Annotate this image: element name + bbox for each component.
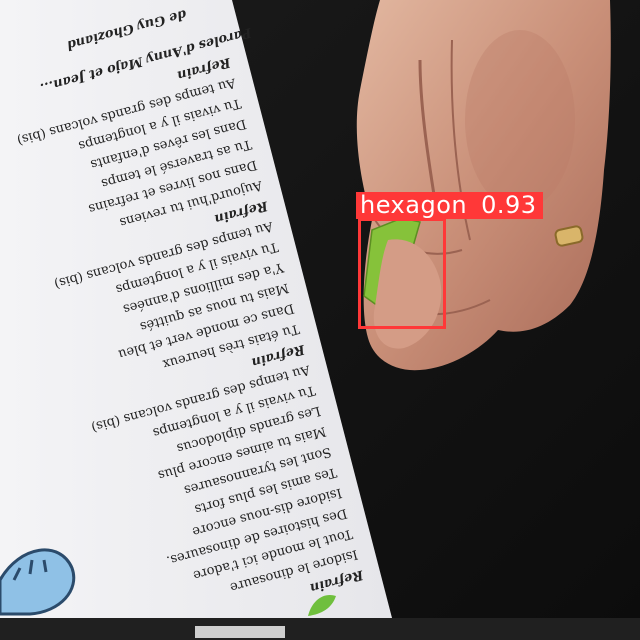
detection-label: hexagon 0.93 (356, 192, 543, 219)
small-label-sticker (195, 626, 285, 638)
bottom-edge (0, 618, 640, 640)
detection-bounding-box (358, 218, 446, 329)
detection-class: hexagon (360, 191, 468, 219)
detection-score: 0.93 (481, 191, 537, 219)
photo-scene: Paroles d'Anny Majo et Jean... de Guy Gh… (0, 0, 640, 640)
